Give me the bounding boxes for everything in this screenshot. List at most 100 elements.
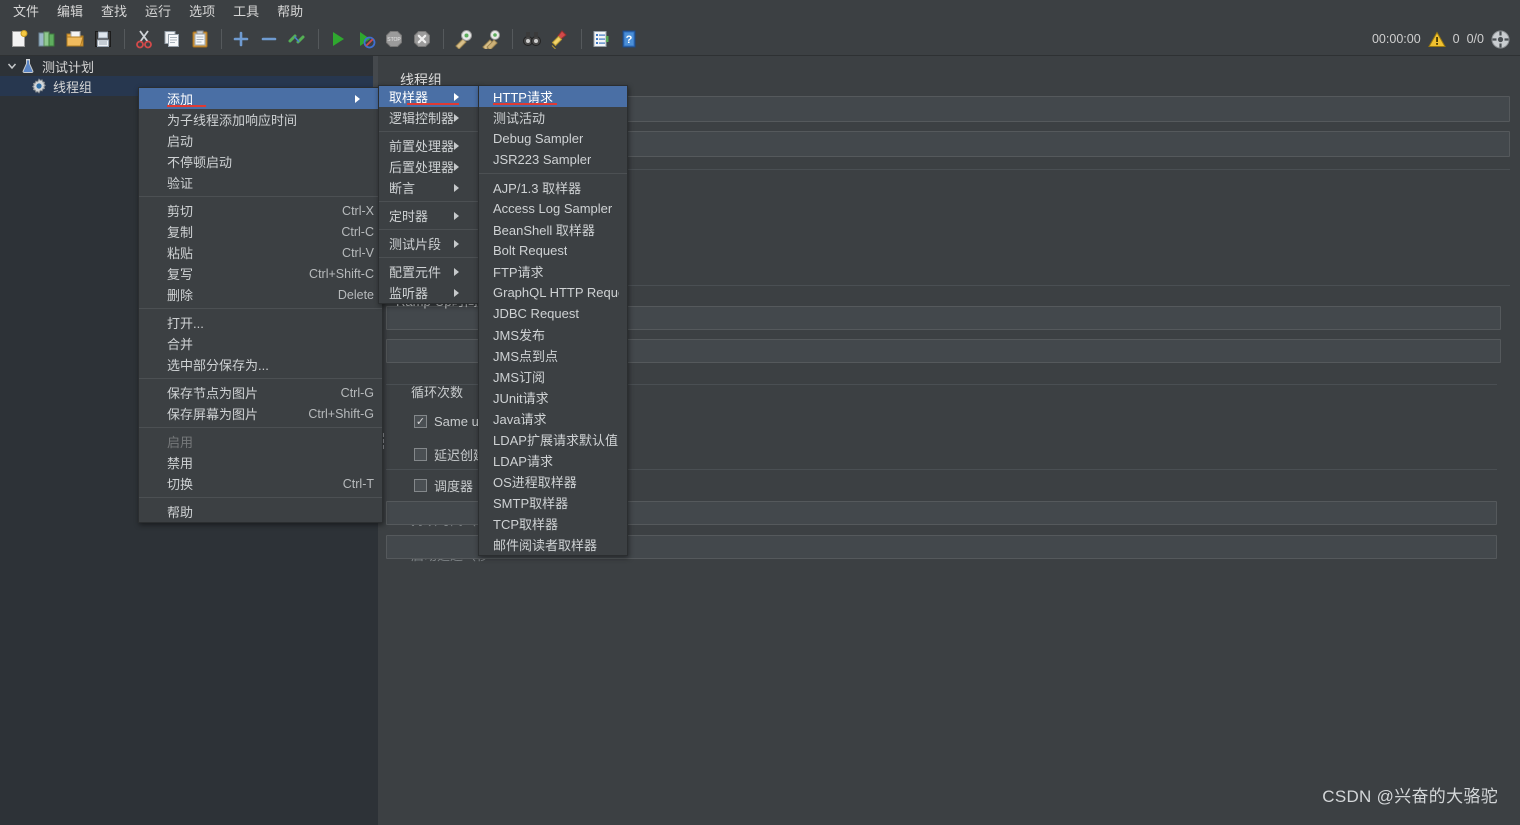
toolbar-help[interactable]: ? [616, 26, 642, 52]
run-timer: 00:00:00 [1371, 32, 1421, 46]
sampler-jms-subscriber[interactable]: JMS订阅 [479, 366, 627, 387]
remote-engines-icon[interactable] [1491, 30, 1510, 49]
submenu-arrow-icon [454, 267, 473, 276]
scheduler-label: 调度器 [434, 479, 474, 494]
add-test-fragment[interactable]: 测试片段 [379, 233, 479, 254]
menu-edit[interactable]: 编辑 [48, 1, 92, 22]
ctx-cut[interactable]: 剪切 Ctrl-X [139, 200, 382, 221]
sampler-mail-reader[interactable]: 邮件阅读者取样器 [479, 534, 627, 555]
ctx-paste[interactable]: 粘贴 Ctrl-V [139, 242, 382, 263]
toolbar-collapse[interactable] [256, 26, 282, 52]
add-logic-controller[interactable]: 逻辑控制器 [379, 107, 479, 128]
toolbar-save[interactable] [90, 26, 116, 52]
sampler-jdbc-request[interactable]: JDBC Request [479, 303, 627, 324]
toolbar-copy[interactable] [159, 26, 185, 52]
menu-item-label: OS进程取样器 [493, 475, 577, 490]
ctx-start[interactable]: 启动 [139, 130, 382, 151]
toolbar-cut[interactable] [131, 26, 157, 52]
sampler-jsr223[interactable]: JSR223 Sampler [479, 149, 627, 170]
add-pre-processor[interactable]: 前置处理器 [379, 135, 479, 156]
toolbar-stop[interactable]: STOP [381, 26, 407, 52]
toolbar-expand[interactable] [228, 26, 254, 52]
delay-create-checkbox[interactable] [414, 448, 427, 461]
menu-item-label: 定时器 [389, 209, 429, 224]
add-submenu[interactable]: 取样器 逻辑控制器前置处理器 后置处理器 断言定时器测试片段配置元件 监听器 [378, 85, 480, 304]
menu-tools[interactable]: 工具 [224, 1, 268, 22]
ctx-copy[interactable]: 复制 Ctrl-C [139, 221, 382, 242]
ctx-add[interactable]: 添加 [139, 88, 382, 109]
sampler-test-action[interactable]: 测试活动 [479, 107, 627, 128]
ctx-merge[interactable]: 合并 [139, 333, 382, 354]
sampler-os-process[interactable]: OS进程取样器 [479, 471, 627, 492]
tree-node-test-plan[interactable]: 测试计划 [0, 56, 378, 76]
menu-item-label: Debug Sampler [493, 131, 584, 146]
menu-item-label: GraphQL HTTP Request [493, 285, 619, 300]
toolbar-clear[interactable] [450, 26, 476, 52]
menu-file[interactable]: 文件 [4, 1, 48, 22]
add-post-processor[interactable]: 后置处理器 [379, 156, 479, 177]
add-config-element[interactable]: 配置元件 [379, 261, 479, 282]
ctx-save-screen-as-image[interactable]: 保存屏幕为图片 Ctrl+Shift-G [139, 403, 382, 424]
menu-item-label: 切换 [167, 477, 194, 492]
chevron-down-icon[interactable] [4, 59, 19, 74]
ctx-open[interactable]: 打开... [139, 312, 382, 333]
sampler-junit-request[interactable]: JUnit请求 [479, 387, 627, 408]
menu-item-label: Bolt Request [493, 243, 568, 258]
ctx-start-no-pauses[interactable]: 不停顿启动 [139, 151, 382, 172]
same-user-checkbox[interactable]: ✓ [414, 415, 427, 428]
sampler-tcp[interactable]: TCP取样器 [479, 513, 627, 534]
ctx-remove[interactable]: 删除 Delete [139, 284, 382, 305]
toolbar-start-no-pauses[interactable] [353, 26, 379, 52]
sampler-debug[interactable]: Debug Sampler [479, 128, 627, 149]
sampler-bolt-request[interactable]: Bolt Request [479, 240, 627, 261]
ctx-add-think-times[interactable]: 为子线程添加响应时间 [139, 109, 382, 130]
menu-help[interactable]: 帮助 [268, 1, 312, 22]
sampler-jms-publisher[interactable]: JMS发布 [479, 324, 627, 345]
menu-separator [379, 131, 479, 132]
toolbar-shutdown[interactable] [409, 26, 435, 52]
menu-search[interactable]: 查找 [92, 1, 136, 22]
toolbar-open[interactable] [62, 26, 88, 52]
sampler-access-log[interactable]: Access Log Sampler [479, 198, 627, 219]
sampler-ldap-ext-defaults[interactable]: LDAP扩展请求默认值 [479, 429, 627, 450]
toolbar-search[interactable] [519, 26, 545, 52]
ctx-help[interactable]: 帮助 [139, 501, 382, 522]
toolbar-toggle[interactable] [284, 26, 310, 52]
ctx-disable[interactable]: 禁用 [139, 452, 382, 473]
sampler-java-request[interactable]: Java请求 [479, 408, 627, 429]
delay-create-row: 延迟创建 [414, 445, 486, 464]
menu-options[interactable]: 选项 [180, 1, 224, 22]
toolbar-separator [318, 29, 319, 49]
warning-triangle-icon[interactable] [1427, 30, 1446, 48]
menu-run[interactable]: 运行 [136, 1, 180, 22]
ctx-toggle[interactable]: 切换 Ctrl-T [139, 473, 382, 494]
toolbar-reset-search[interactable] [547, 26, 573, 52]
toolbar-start[interactable] [325, 26, 351, 52]
sampler-smtp[interactable]: SMTP取样器 [479, 492, 627, 513]
toolbar-paste[interactable] [187, 26, 213, 52]
add-assertion[interactable]: 断言 [379, 177, 479, 198]
menu-item-underline [167, 105, 206, 107]
sampler-ldap-request[interactable]: LDAP请求 [479, 450, 627, 471]
add-sampler[interactable]: 取样器 [379, 86, 479, 107]
ctx-save-selection-as[interactable]: 选中部分保存为... [139, 354, 382, 375]
toolbar-clear-all[interactable] [478, 26, 504, 52]
toolbar-templates[interactable] [34, 26, 60, 52]
ctx-validate[interactable]: 验证 [139, 172, 382, 193]
sampler-beanshell[interactable]: BeanShell 取样器 [479, 219, 627, 240]
node-context-menu[interactable]: 添加 为子线程添加响应时间 启动 不停顿启动 验证剪切 Ctrl-X 复制 Ctrl-C 粘贴 C… [138, 87, 383, 523]
toolbar-function-helper[interactable] [588, 26, 614, 52]
ctx-duplicate[interactable]: 复写 Ctrl+Shift-C [139, 263, 382, 284]
sampler-submenu[interactable]: HTTP请求 测试活动 Debug Sampler JSR223 Sampler AJP… [478, 85, 628, 556]
scheduler-checkbox[interactable] [414, 479, 427, 492]
ctx-save-node-as-image[interactable]: 保存节点为图片 Ctrl-G [139, 382, 382, 403]
sampler-ajp13[interactable]: AJP/1.3 取样器 [479, 177, 627, 198]
add-listener[interactable]: 监听器 [379, 282, 479, 303]
sampler-graphql-http-request[interactable]: GraphQL HTTP Request [479, 282, 627, 303]
sampler-http-request[interactable]: HTTP请求 [479, 86, 627, 107]
menu-item-label: Java请求 [493, 412, 547, 427]
sampler-jms-point-to-point[interactable]: JMS点到点 [479, 345, 627, 366]
toolbar-new[interactable] [6, 26, 32, 52]
sampler-ftp-request[interactable]: FTP请求 [479, 261, 627, 282]
add-timer[interactable]: 定时器 [379, 205, 479, 226]
